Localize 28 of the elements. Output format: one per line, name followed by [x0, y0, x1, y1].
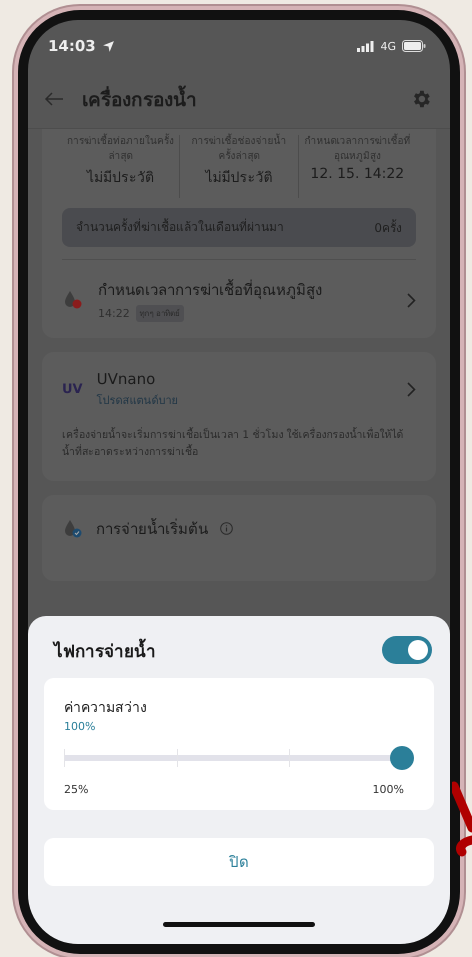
- info-icon[interactable]: [220, 522, 233, 536]
- uv-status: โปรดสแตนด์บาย: [96, 393, 179, 410]
- uv-title: UVnano: [96, 370, 156, 388]
- water-drop-alert-icon: [62, 290, 84, 310]
- status-time: 14:03: [48, 37, 96, 55]
- signal-icon: [357, 40, 374, 52]
- uv-logo: UV: [62, 382, 83, 398]
- stat-value: ไม่มีประวัติ: [87, 168, 154, 188]
- network-label: 4G: [380, 40, 396, 52]
- stat-value: ไม่มีประวัติ: [205, 168, 272, 188]
- close-button[interactable]: ปิด: [44, 838, 434, 886]
- brightness-label: ค่าความสว่าง: [64, 699, 148, 718]
- water-drop-check-icon: [62, 518, 84, 539]
- slider-min-label: 25%: [64, 783, 88, 796]
- location-arrow-icon: [102, 40, 115, 52]
- brightness-reading: 100%: [64, 720, 96, 733]
- chevron-right-icon[interactable]: [407, 292, 416, 308]
- slider-max-label: 100%: [372, 783, 404, 796]
- battery-icon: [402, 40, 426, 52]
- toggle-switch[interactable]: [382, 636, 432, 664]
- sheet-title: ไฟการจ่ายน้ำ: [54, 636, 156, 664]
- schedule-title: กำหนดเวลาการฆ่าเชื้อที่อุณหภูมิสูง: [98, 278, 323, 302]
- chevron-right-icon[interactable]: [407, 382, 416, 398]
- slider-thumb[interactable]: [390, 746, 414, 770]
- default-dispense-title: การจ่ายน้ำเริ่มต้น: [96, 517, 208, 540]
- stat-value: 12. 15. 14:22: [310, 166, 404, 182]
- page-title: เครื่องกรองน้ำ: [82, 84, 392, 114]
- back-arrow-icon[interactable]: [44, 92, 64, 106]
